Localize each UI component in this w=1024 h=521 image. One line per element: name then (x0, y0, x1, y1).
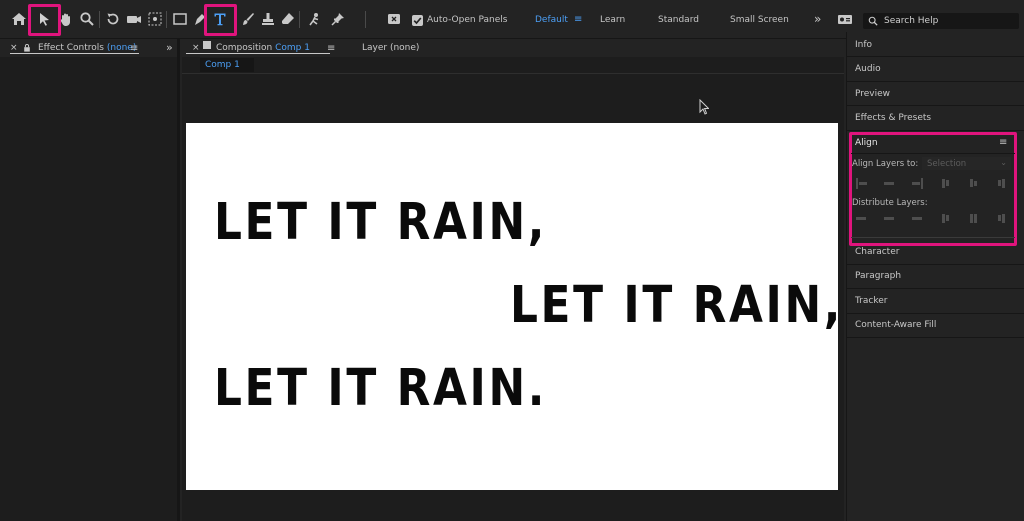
align-panel-title[interactable]: Align (855, 138, 878, 148)
panel-divider (847, 337, 1024, 338)
toolbar-divider (365, 11, 366, 28)
close-effect-controls-icon[interactable]: × (10, 39, 18, 57)
toolbar-divider (299, 11, 300, 28)
distribute-top-button[interactable] (855, 212, 867, 224)
composition-canvas[interactable]: LET IT RAIN, LET IT RAIN, LET IT RAIN. (186, 123, 838, 490)
panel-divider (847, 264, 1024, 265)
composition-title: Composition (216, 43, 273, 53)
align-bottom-button[interactable] (995, 177, 1007, 189)
panel-divider (847, 105, 1024, 106)
selection-tool-highlight (28, 4, 61, 36)
composition-menu-icon[interactable]: ≡ (327, 39, 335, 57)
roto-brush-tool-icon[interactable] (304, 9, 324, 29)
auto-open-panels-checkbox[interactable] (412, 15, 423, 26)
distribute-bottom-button[interactable] (911, 212, 923, 224)
composition-lock-icon[interactable] (203, 41, 211, 49)
search-help-placeholder: Search Help (884, 16, 939, 26)
sync-settings-icon[interactable] (835, 9, 855, 29)
comp-subtab[interactable]: Comp 1 (200, 58, 254, 72)
distribute-layers-label: Distribute Layers: (852, 198, 928, 208)
workspace-overflow-icon[interactable]: » (814, 12, 821, 26)
panel-snap-icon[interactable] (384, 9, 404, 29)
content-aware-fill-panel-tab[interactable]: Content-Aware Fill (855, 320, 936, 330)
active-tab-underline (10, 53, 139, 54)
align-vertical-center-button[interactable] (967, 177, 979, 189)
comp-subtab-bar (182, 57, 844, 74)
align-top-button[interactable] (939, 177, 951, 189)
rectangle-tool-icon[interactable] (170, 9, 190, 29)
align-left-button[interactable] (855, 177, 867, 189)
tracker-panel-tab[interactable]: Tracker (855, 296, 887, 306)
puppet-pin-tool-icon[interactable] (328, 9, 348, 29)
info-panel-tab[interactable]: Info (855, 40, 872, 50)
audio-panel-tab[interactable]: Audio (855, 64, 881, 74)
rotation-tool-icon[interactable] (103, 9, 123, 29)
align-header-divider (851, 153, 1015, 154)
home-icon[interactable] (9, 9, 29, 29)
text-line-1[interactable]: LET IT RAIN, (214, 193, 547, 252)
composition-name: Comp 1 (275, 43, 310, 53)
camera-tool-icon[interactable] (124, 9, 144, 29)
clone-stamp-tool-icon[interactable] (258, 9, 278, 29)
align-panel-menu-icon[interactable]: ≡ (999, 137, 1007, 148)
character-panel-tab[interactable]: Character (855, 247, 899, 257)
search-icon (868, 16, 878, 26)
workspace-standard[interactable]: Standard (658, 15, 699, 25)
panel-divider (847, 130, 1024, 131)
paragraph-panel-tab[interactable]: Paragraph (855, 271, 901, 281)
align-horizontal-center-button[interactable] (883, 177, 895, 189)
preview-panel-tab[interactable]: Preview (855, 89, 890, 99)
panel-divider (847, 81, 1024, 82)
panel-divider (847, 313, 1024, 314)
align-layers-to-dropdown[interactable]: Selection ⌄ (922, 157, 1011, 170)
workspace-menu-icon[interactable]: ≡ (574, 14, 582, 25)
effect-controls-panel: × Effect Controls (none) ≡ » (0, 39, 180, 521)
distribute-left-button[interactable] (939, 212, 951, 224)
pan-behind-tool-icon[interactable] (145, 9, 165, 29)
mouse-cursor-icon (699, 99, 709, 115)
zoom-tool-icon[interactable] (77, 9, 97, 29)
workspace-learn[interactable]: Learn (600, 15, 625, 25)
distribute-horizontal-center-button[interactable] (967, 212, 979, 224)
toolbar-divider (99, 11, 100, 28)
toolbar-divider (166, 11, 167, 28)
panel-divider (847, 56, 1024, 57)
effect-controls-title: Effect Controls (38, 43, 104, 53)
align-layers-to-value: Selection (927, 159, 967, 169)
workspace-default[interactable]: Default (535, 15, 568, 25)
search-help-field[interactable]: Search Help (863, 13, 1019, 29)
distribute-right-button[interactable] (995, 212, 1007, 224)
collapse-panel-icon[interactable]: » (166, 38, 173, 56)
effect-controls-tab[interactable]: Effect Controls (none) (38, 39, 136, 57)
panel-divider (847, 288, 1024, 289)
chevron-down-icon: ⌄ (1000, 158, 1007, 167)
composition-tab[interactable]: Composition Comp 1 (216, 39, 310, 57)
right-panel-stack: Info Audio Preview Effects & Presets Ali… (846, 32, 1024, 521)
text-line-2[interactable]: LET IT RAIN, (510, 276, 838, 335)
effects-presets-panel-tab[interactable]: Effects & Presets (855, 113, 931, 123)
effect-controls-menu-icon[interactable]: ≡ (130, 39, 138, 57)
distribute-vertical-center-button[interactable] (883, 212, 895, 224)
eraser-tool-icon[interactable] (278, 9, 298, 29)
layer-tab[interactable]: Layer (none) (362, 39, 419, 57)
auto-open-panels-label: Auto-Open Panels (427, 15, 508, 25)
type-tool-highlight (204, 4, 237, 36)
align-layers-to-label: Align Layers to: (852, 159, 919, 169)
align-right-button[interactable] (911, 177, 923, 189)
comp-tab-underline (186, 53, 330, 54)
lock-icon[interactable] (23, 39, 31, 57)
text-line-3[interactable]: LET IT RAIN. (214, 359, 547, 418)
workspace-small-screen[interactable]: Small Screen (730, 15, 789, 25)
align-bottom-divider (851, 237, 1015, 238)
align-panel-highlight (849, 132, 1017, 246)
brush-tool-icon[interactable] (238, 9, 258, 29)
close-composition-icon[interactable]: × (192, 39, 200, 57)
